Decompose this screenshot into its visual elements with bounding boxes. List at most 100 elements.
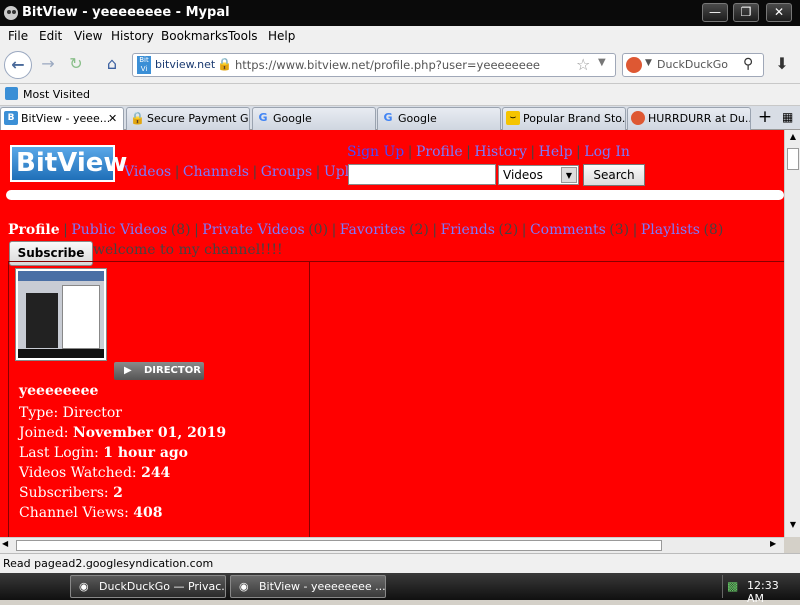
vertical-scroll-thumb[interactable]: [787, 148, 799, 170]
help-link[interactable]: Help: [539, 144, 573, 160]
channels-link[interactable]: Channels: [183, 164, 249, 180]
menu-bar: File Edit View History Bookmarks Tools H…: [0, 26, 800, 46]
profile-link[interactable]: Profile: [416, 144, 463, 160]
forward-icon[interactable]: →: [34, 51, 62, 79]
avatar-image: [18, 271, 104, 358]
stat-value: Director: [62, 405, 122, 421]
comments-tab[interactable]: Comments: [530, 222, 606, 238]
channel-avatar[interactable]: [15, 268, 107, 361]
horizontal-scrollbar[interactable]: ◀ ▶: [0, 537, 784, 553]
subscribe-button[interactable]: Subscribe: [9, 241, 93, 266]
scroll-down-icon[interactable]: ▼: [787, 520, 799, 532]
search-type-select[interactable]: Videos ▼: [498, 165, 579, 185]
profile-tab[interactable]: Profile: [8, 222, 60, 238]
navigation-toolbar: ← → ↻ ⌂ Bit Vi bitview.net 🔒 https://www.…: [0, 46, 800, 84]
tab-hurrdurr[interactable]: HURRDURR at Du...: [627, 107, 751, 130]
site-nav-links: Videos | Channels | Groups | Upload: [124, 164, 375, 180]
duckduckgo-icon[interactable]: [626, 57, 642, 73]
start-area[interactable]: [2, 575, 64, 598]
log-in-link[interactable]: Log In: [584, 144, 630, 160]
window-titlebar: BitView - yeeeeeeee - Mypal — ❐ ✕: [0, 0, 800, 26]
clock[interactable]: 12:33 AM: [747, 579, 798, 605]
minimize-button[interactable]: —: [702, 3, 728, 22]
menu-edit[interactable]: Edit: [39, 29, 62, 43]
menu-file[interactable]: File: [8, 29, 28, 43]
menu-history[interactable]: History: [111, 29, 154, 43]
tab-label: Google: [398, 112, 437, 125]
menu-help[interactable]: Help: [268, 29, 295, 43]
bitview-logo[interactable]: BitView: [10, 145, 127, 182]
tab-popular-brand[interactable]: ⌣ Popular Brand Sto...: [502, 107, 626, 130]
site-identity-label[interactable]: bitview.net: [155, 58, 215, 71]
scroll-up-icon[interactable]: ▲: [787, 132, 799, 144]
close-window-button[interactable]: ✕: [766, 3, 792, 22]
bookmark-star-icon[interactable]: ☆: [576, 55, 590, 74]
url-text[interactable]: https://www.bitview.net/profile.php?user…: [235, 58, 540, 72]
videos-link[interactable]: Videos: [124, 164, 171, 180]
vertical-scrollbar[interactable]: ▲ ▼: [784, 130, 800, 537]
menu-bookmarks[interactable]: Bookmarks: [161, 29, 228, 43]
tab-secure-payment[interactable]: 🔒 Secure Payment G...: [126, 107, 250, 130]
stat-label: Type:: [19, 405, 59, 421]
separator: |: [576, 144, 581, 160]
profile-tabs: Profile | Public Videos (8) | Private Vi…: [8, 222, 723, 238]
public-videos-tab[interactable]: Public Videos: [71, 222, 167, 238]
new-tab-button[interactable]: +: [753, 107, 777, 129]
history-link[interactable]: History: [474, 144, 527, 160]
stat-label: Channel Views:: [19, 505, 129, 521]
search-icon[interactable]: ⚲: [743, 56, 753, 72]
friends-tab[interactable]: Friends: [441, 222, 495, 238]
taskbar-item-duckduckgo[interactable]: ◉ DuckDuckGo — Privac...: [70, 575, 226, 598]
tab-bitview[interactable]: B BitView - yeee... ✕: [0, 107, 124, 130]
box-left-border: [8, 261, 9, 537]
download-icon[interactable]: ⬇: [768, 51, 796, 79]
menu-tools[interactable]: Tools: [228, 29, 258, 43]
comments-count: (3): [609, 222, 630, 238]
header-divider: [6, 190, 784, 200]
sign-up-link[interactable]: Sign Up: [347, 144, 404, 160]
stat-value: 1 hour ago: [103, 445, 189, 461]
playlists-tab[interactable]: Playlists: [641, 222, 700, 238]
logo-text: BitView: [16, 148, 128, 178]
separator: |: [63, 222, 68, 238]
tab-google-2[interactable]: G Google: [377, 107, 501, 130]
private-videos-tab[interactable]: Private Videos: [202, 222, 304, 238]
search-button[interactable]: Search: [583, 164, 645, 186]
close-tab-icon[interactable]: ✕: [108, 108, 117, 129]
groups-link[interactable]: Groups: [261, 164, 312, 180]
horizontal-scroll-thumb[interactable]: [16, 540, 662, 551]
scroll-left-icon[interactable]: ◀: [2, 539, 8, 548]
favorites-tab[interactable]: Favorites: [340, 222, 406, 238]
site-search-input[interactable]: [348, 164, 496, 185]
tab-google-1[interactable]: G Google: [252, 107, 376, 130]
stat-subscribers: Subscribers: 2: [19, 483, 226, 503]
separator: |: [315, 164, 321, 180]
network-icon[interactable]: ▩: [727, 579, 738, 593]
taskbar-item-bitview[interactable]: ◉ BitView - yeeeeeeee ...: [230, 575, 386, 598]
box-divider: [309, 261, 310, 537]
stat-label: Subscribers:: [19, 485, 109, 501]
private-videos-count: (0): [308, 222, 329, 238]
account-links: Sign Up | Profile | History | Help | Log…: [347, 144, 630, 160]
url-bar[interactable]: Bit Vi bitview.net 🔒 https://www.bitview.…: [132, 53, 616, 77]
playlists-count: (8): [703, 222, 724, 238]
stat-value: 408: [133, 505, 163, 521]
url-dropdown-icon[interactable]: ▼: [598, 57, 606, 68]
scroll-right-icon[interactable]: ▶: [770, 539, 776, 548]
stat-last-login: Last Login: 1 hour ago: [19, 443, 226, 463]
menu-view[interactable]: View: [74, 29, 102, 43]
most-visited-bookmark[interactable]: Most Visited: [23, 88, 90, 101]
reload-icon[interactable]: ↻: [62, 51, 90, 79]
back-icon[interactable]: ←: [4, 51, 32, 79]
duckduckgo-icon: [631, 111, 645, 125]
channel-message: welcome to my channel!!!!: [93, 242, 283, 258]
window-title: BitView - yeeeeeeee - Mypal: [22, 5, 230, 20]
megaphone-icon: ▶: [124, 365, 132, 376]
stat-value: 244: [141, 465, 171, 481]
home-icon[interactable]: ⌂: [98, 51, 126, 79]
search-engine-box[interactable]: ▼ DuckDuckGo ⚲: [622, 53, 764, 77]
list-all-tabs-icon[interactable]: ▦: [782, 110, 793, 124]
separator: |: [331, 222, 337, 238]
search-engine-dropdown-icon[interactable]: ▼: [645, 58, 652, 68]
maximize-button[interactable]: ❐: [733, 3, 759, 22]
